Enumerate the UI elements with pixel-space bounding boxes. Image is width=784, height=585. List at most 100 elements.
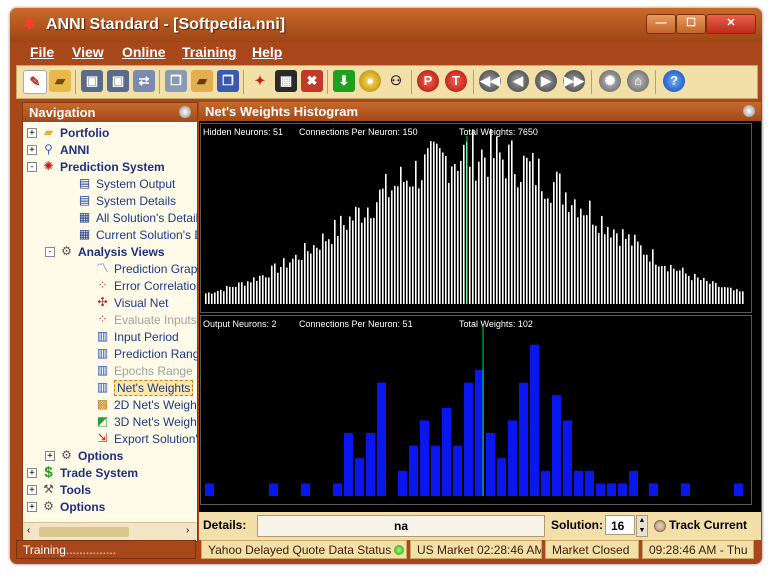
tree-item-analysis-views[interactable]: - ⚙ Analysis Views <box>23 244 197 260</box>
expand-icon[interactable]: + <box>27 128 37 138</box>
menu-online[interactable]: Online <box>122 44 166 60</box>
tree-item-2d-net-s-weights[interactable]: ▩ 2D Net's Weights <box>23 397 197 413</box>
menu-help[interactable]: Help <box>252 44 282 60</box>
hidden-weight-bar <box>619 245 621 304</box>
tree-item-prediction-graph[interactable]: 〽 Prediction Graph <box>23 261 197 277</box>
copy-icon[interactable]: ❐ <box>165 70 187 92</box>
expand-icon[interactable]: + <box>27 485 37 495</box>
line-graph-icon: 〽 <box>96 261 109 275</box>
tree-item-epochs-range[interactable]: ▥ Epochs Range <box>23 363 197 379</box>
exchange-icon[interactable]: ⇄ <box>133 70 155 92</box>
solution-spinner-input[interactable]: 16 <box>605 515 635 535</box>
last-icon[interactable]: ▶▶ <box>563 70 585 92</box>
new-icon[interactable]: ✎ <box>23 70 47 94</box>
status-bar: Training............... Yahoo Delayed Qu… <box>10 540 762 562</box>
hidden-weight-bar <box>550 202 552 304</box>
tree-item-export-solution-s-re[interactable]: ⇲ Export Solution's Re <box>23 431 197 447</box>
next-icon[interactable]: ▶ <box>535 70 557 92</box>
tree-item-evaluate-inputs[interactable]: ⁘ Evaluate Inputs <box>23 312 197 328</box>
pin-icon[interactable] <box>743 105 755 117</box>
hidden-weight-bar <box>268 277 270 304</box>
track-current-radio[interactable] <box>654 520 666 532</box>
hidden-weight-bar <box>427 148 429 304</box>
open-folder-icon[interactable]: ▰ <box>191 70 213 92</box>
hidden-weight-bar <box>649 261 651 304</box>
menu-training[interactable]: Training <box>182 44 236 60</box>
tree-item-system-details[interactable]: ▤ System Details <box>23 193 197 209</box>
output-weight-bar <box>649 483 658 496</box>
menu-view[interactable]: View <box>72 44 104 60</box>
hidden-weight-bar <box>349 216 351 304</box>
home-icon[interactable]: ⌂ <box>627 70 649 92</box>
menu-file[interactable]: File <box>30 44 54 60</box>
tree-item-prediction-range[interactable]: ▥ Prediction Range <box>23 346 197 362</box>
output-weight-bar <box>205 483 214 496</box>
save-icon[interactable]: ▣ <box>81 70 103 92</box>
tree-item-net-s-weights[interactable]: ▥ Net's Weights <box>23 380 197 396</box>
tree-item-options[interactable]: + ⚙ Options <box>23 448 197 464</box>
close-button[interactable]: ✕ <box>706 14 756 34</box>
scroll-left-icon[interactable]: ‹ <box>27 525 30 536</box>
network-icon[interactable]: ✺ <box>599 70 621 92</box>
hidden-weight-bar <box>526 157 528 304</box>
collapse-icon[interactable]: - <box>45 247 55 257</box>
maximize-button[interactable]: ☐ <box>676 14 706 34</box>
hidden-weight-bar <box>607 227 609 304</box>
scrollbar-thumb[interactable] <box>39 527 129 537</box>
help-icon[interactable]: ? <box>663 70 685 92</box>
hidden-weight-bar <box>580 208 582 304</box>
delete-icon[interactable]: ✖ <box>301 70 323 92</box>
details-bar: Details: na Solution: 16 ▲ ▼ Track Curren… <box>199 512 761 540</box>
map-2d-icon: ▩ <box>96 397 109 411</box>
globe-ball-icon[interactable]: ● <box>359 70 381 92</box>
tree-item-current-solution-s-detail[interactable]: ▦ Current Solution's Detail <box>23 227 197 243</box>
tree-item-anni[interactable]: + ⚲ ANNI <box>23 142 197 158</box>
bar-chart-icon: ▥ <box>96 380 109 394</box>
hidden-weight-bar <box>211 293 213 304</box>
collapse-icon[interactable]: - <box>27 162 37 172</box>
title-bar[interactable]: ✱ ANNI Standard - [Softpedia.nni] — ☐ ✕ <box>10 8 762 42</box>
save-as-icon[interactable]: ▣ <box>107 70 129 92</box>
hidden-weight-bar <box>535 185 537 304</box>
hidden-weight-bar <box>229 286 231 304</box>
expand-icon[interactable]: + <box>27 468 37 478</box>
tree-item-visual-net[interactable]: ✣ Visual Net <box>23 295 197 311</box>
solution-spinner-arrows-icon[interactable]: ▲ ▼ <box>636 515 648 537</box>
output-weight-bar <box>734 483 743 496</box>
tree-item-error-correlation-ch[interactable]: ⁘ Error Correlation Ch <box>23 278 197 294</box>
minimize-button[interactable]: — <box>646 14 676 34</box>
tree-item-input-period[interactable]: ▥ Input Period <box>23 329 197 345</box>
tree-item-portfolio[interactable]: + ▰ Portfolio <box>23 125 197 141</box>
download-icon[interactable]: ⬇ <box>333 70 355 92</box>
t-circle-icon[interactable]: T <box>445 70 467 92</box>
scroll-right-icon[interactable]: › <box>186 525 189 536</box>
output-weight-bar <box>508 420 517 496</box>
output-weight-bar <box>464 382 473 496</box>
track-current-label[interactable]: Track Current <box>669 518 747 532</box>
tree-item-3d-net-s-weights[interactable]: ◩ 3D Net's Weights <box>23 414 197 430</box>
binoculars-icon[interactable]: ⚇ <box>385 70 407 92</box>
p-circle-icon[interactable]: P <box>417 70 439 92</box>
pin-icon[interactable] <box>179 106 191 118</box>
bar-chart-icon: ▥ <box>96 329 109 343</box>
wand-icon[interactable]: ✦ <box>249 70 271 92</box>
tree-item-all-solution-s-details[interactable]: ▦ All Solution's Details <box>23 210 197 226</box>
open-icon[interactable]: ▰ <box>49 70 71 92</box>
details-field[interactable]: na <box>257 515 545 537</box>
expand-icon[interactable]: + <box>45 451 55 461</box>
tree-item-system-output[interactable]: ▤ System Output <box>23 176 197 192</box>
stack-icon[interactable]: ❐ <box>217 70 239 92</box>
tree-item-prediction-system[interactable]: - ✺ Prediction System <box>23 159 197 175</box>
expand-icon[interactable]: + <box>27 502 37 512</box>
previous-icon[interactable]: ◀ <box>507 70 529 92</box>
tree-horizontal-scrollbar[interactable]: ‹ › <box>23 522 197 541</box>
tree-item-tools[interactable]: + ⚒ Tools <box>23 482 197 498</box>
hidden-weight-bar <box>331 244 333 304</box>
tree-item-trade-system[interactable]: + $ Trade System <box>23 465 197 481</box>
first-icon[interactable]: ◀◀ <box>479 70 501 92</box>
expand-icon[interactable]: + <box>27 145 37 155</box>
hidden-weight-bar <box>340 215 342 304</box>
toolbar-separator <box>411 70 412 94</box>
grid-icon[interactable]: ▦ <box>275 70 297 92</box>
tree-item-options[interactable]: + ⚙ Options <box>23 499 197 515</box>
